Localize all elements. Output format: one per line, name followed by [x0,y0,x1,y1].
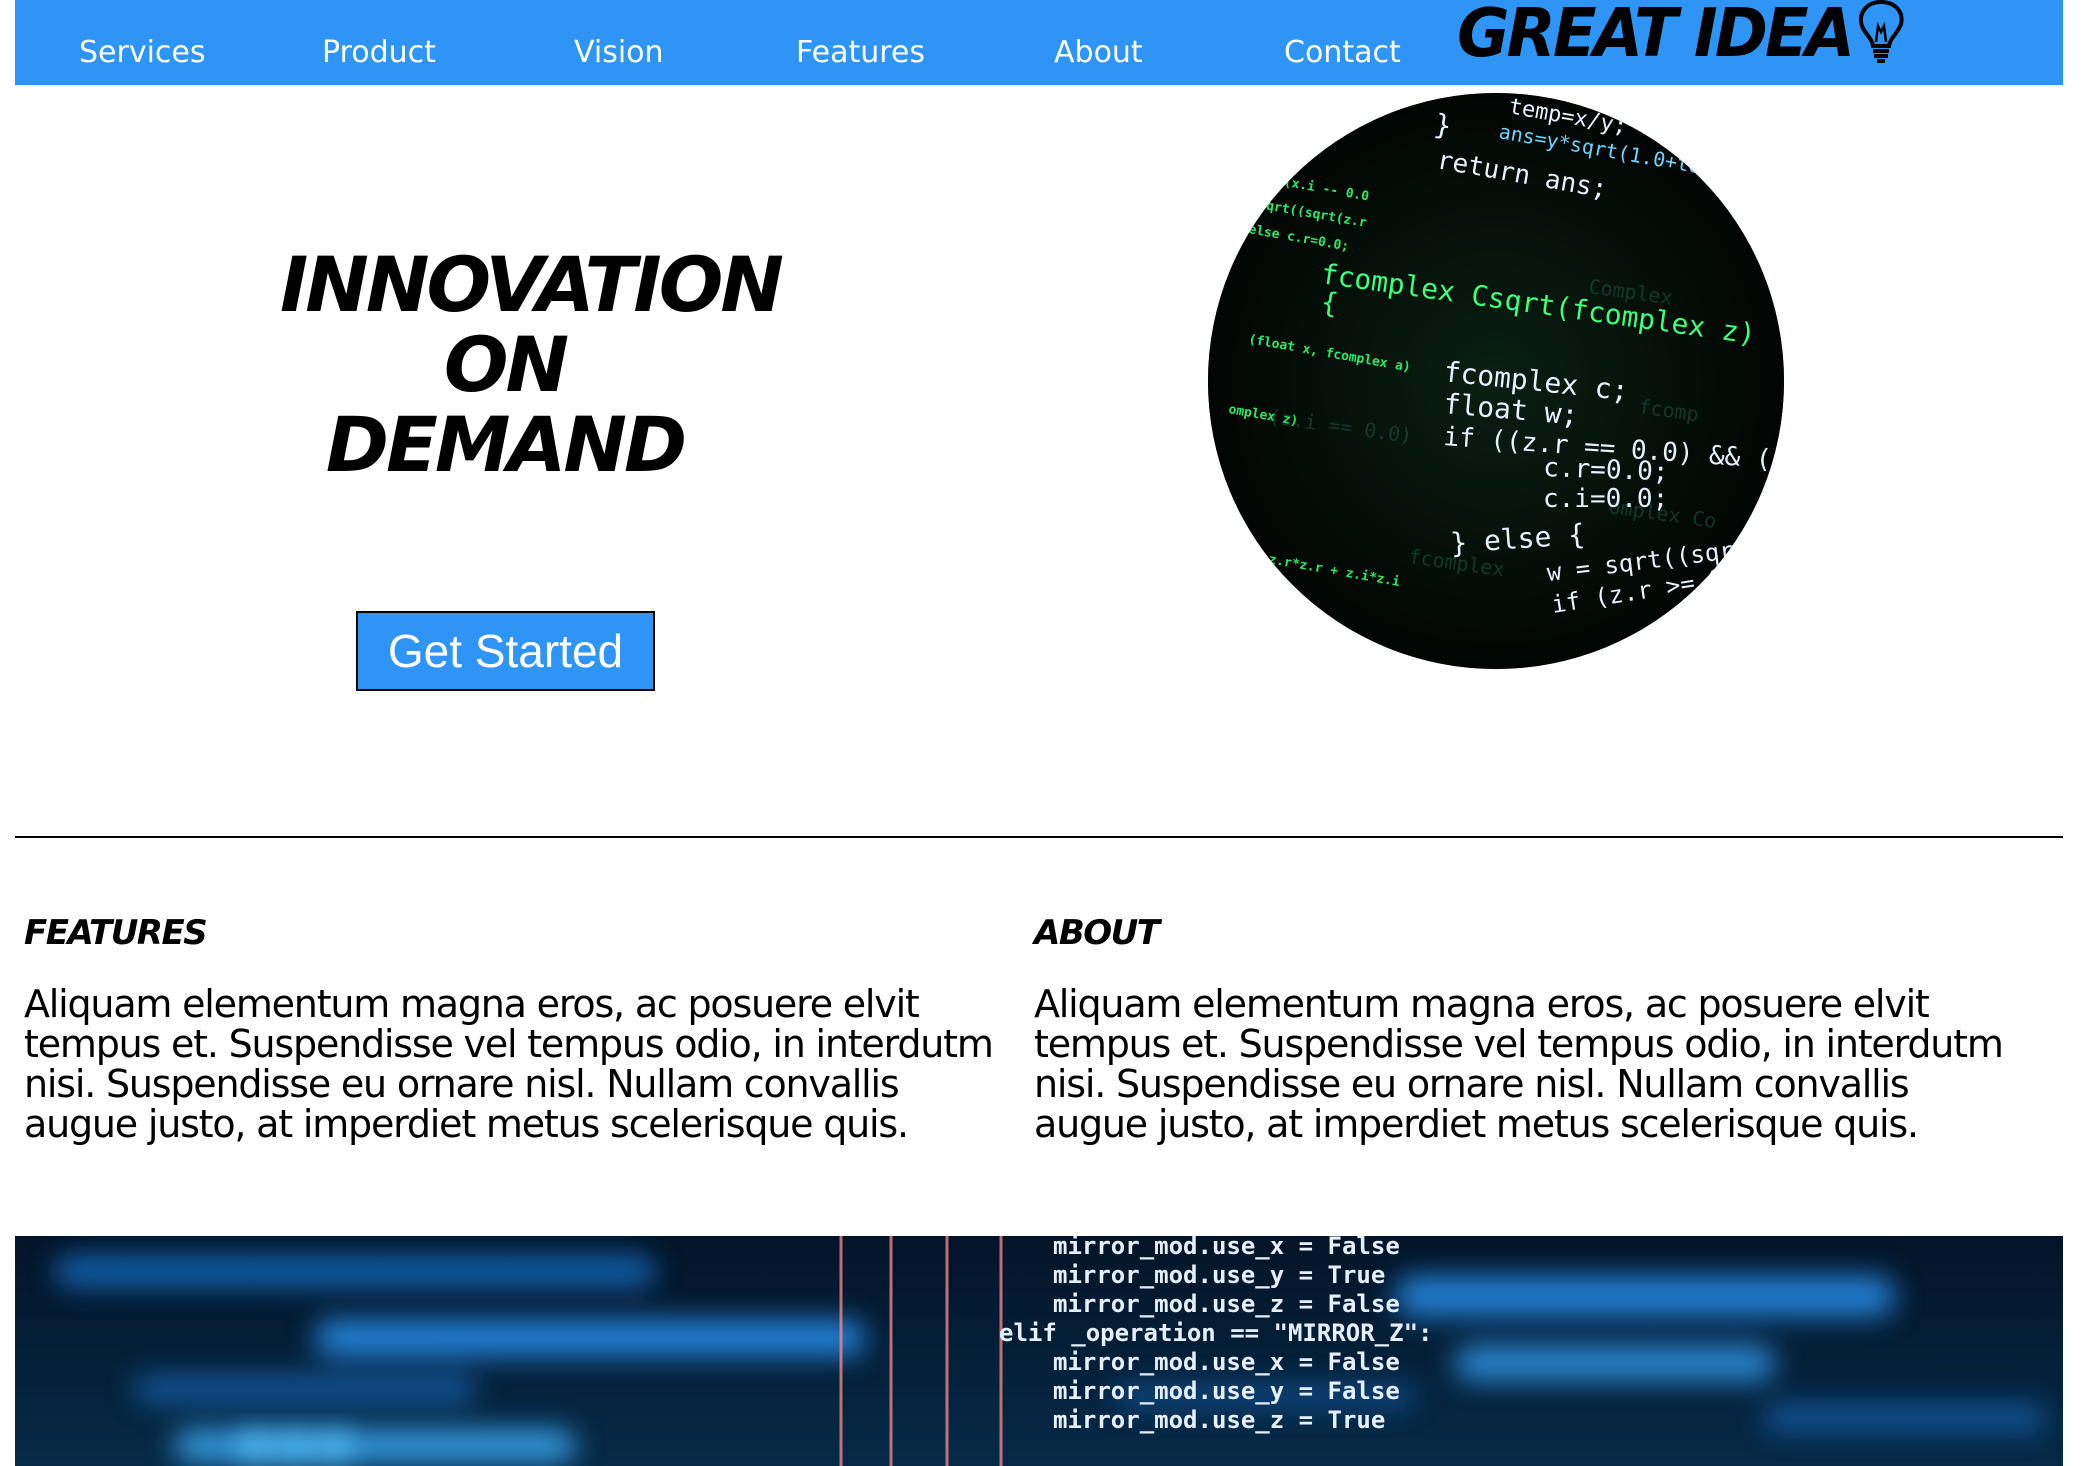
about-heading: About [1034,913,1160,953]
nav-link-vision[interactable]: Vision [574,34,664,72]
hero-title-line: DEMAND [325,400,687,489]
code-line: c.r=0.0; [1543,453,1669,487]
code-line: mirror_mod.use_x = False [1053,1348,1400,1376]
code-line: mirror_mod.use_x = False [1053,1236,1400,1260]
hero-title-line: ON [443,320,569,409]
nav-link-services[interactable]: Services [79,34,206,72]
section-divider [15,836,2063,838]
navbar: Services Product Vision Features About C… [15,0,2063,85]
about-body: Aliquam elementum magna eros, ac posuere… [1034,982,2004,1146]
code-line: elif _operation == "MIRROR_Z": [999,1319,1432,1347]
hero-title-line: INNOVATION [280,240,784,329]
code-line: mirror_mod.use_y = False [1053,1377,1400,1405]
code-line: mirror_mod.use_z = False [1053,1290,1400,1318]
features-heading: Features [24,913,208,953]
nav-link-about[interactable]: About [1054,34,1143,72]
hero-title: INNOVATION ON DEMAND [280,240,784,489]
code-banner-graphic: mirror_mod.use_x = False mirror_mod.use_… [15,1236,2063,1466]
code-banner-image: mirror_mod.use_x = False mirror_mod.use_… [15,1236,2063,1466]
hero-code-image: Complex fcomp omplex Co fcomplex (z.i ==… [1208,93,1784,669]
brand-logo[interactable]: GREAT IDEA [1457,0,1908,72]
code-screen-graphic: Complex fcomp omplex Co fcomplex (z.i ==… [1208,93,1784,669]
nav-link-contact[interactable]: Contact [1284,34,1401,72]
features-body: Aliquam elementum magna eros, ac posuere… [24,982,994,1146]
code-line: mirror_mod.use_z = True [1053,1406,1385,1434]
lightbulb-icon [1859,0,1904,63]
get-started-button[interactable]: Get Started [356,611,655,691]
banner-code-lines: mirror_mod.use_x = False mirror_mod.use_… [999,1236,1432,1434]
nav-link-product[interactable]: Product [322,34,436,72]
code-line: c.i=0.0; [1543,484,1668,514]
code-line: mirror_mod.use_y = True [1053,1261,1385,1289]
brand-name: GREAT IDEA [1457,0,1855,73]
nav-link-features[interactable]: Features [796,34,925,72]
